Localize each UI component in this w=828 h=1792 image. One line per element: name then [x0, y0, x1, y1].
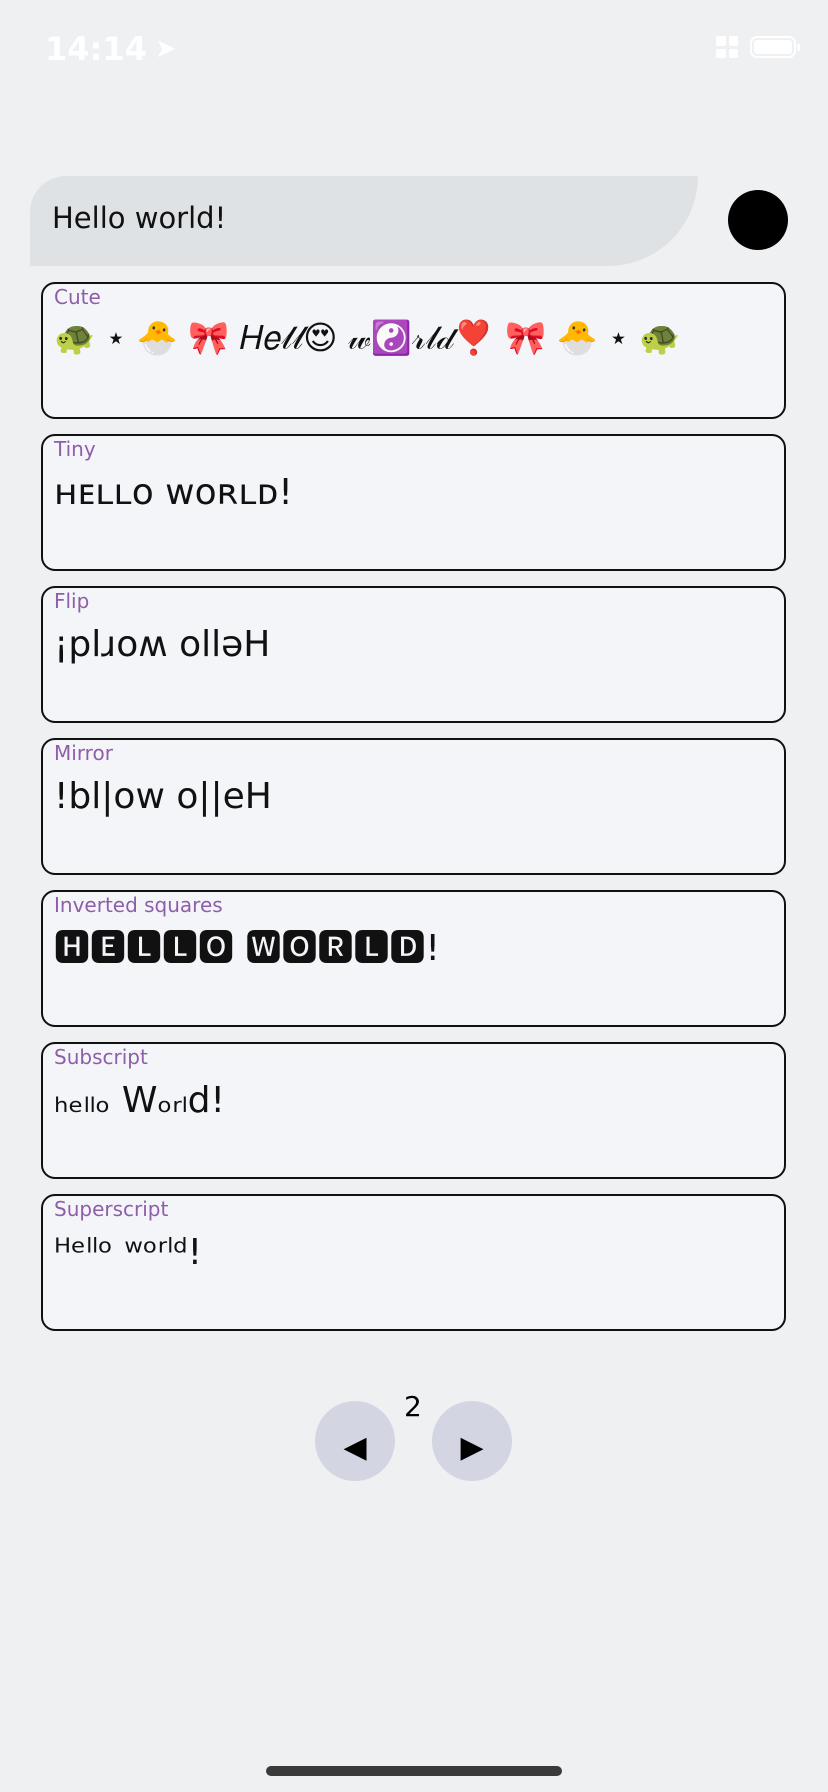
- battery-icon: [750, 36, 800, 58]
- card-label: Tiny: [54, 437, 96, 461]
- card-label: Cute: [54, 285, 101, 309]
- style-card-tiny[interactable]: Tiny ʜᴇʟʟᴏ ᴡᴏʀʟᴅ!: [41, 434, 786, 571]
- card-label: Superscript: [54, 1197, 169, 1221]
- focus-icon: [716, 36, 738, 58]
- style-card-inverted-squares[interactable]: Inverted squares 🅷🅴🅻🅻🅾 🆆🅾🆁🅻🅳!: [41, 890, 786, 1027]
- card-text[interactable]: 🐢 ⋆ 🐣 🎀 𝐻𝑒𝓁𝓁😍 𝓌☯️𝓇𝓁𝒹❣️ 🎀 🐣 ⋆ 🐢: [54, 312, 774, 364]
- style-card-flip[interactable]: Flip ¡plɹoʍ olləH: [41, 586, 786, 723]
- card-text[interactable]: !bl|ow o||eH: [54, 768, 774, 826]
- previous-page-button[interactable]: ◀: [315, 1401, 395, 1481]
- text-input[interactable]: [50, 200, 634, 236]
- time-text: 14:14: [45, 30, 147, 68]
- card-text[interactable]: ₕₑₗₗₒ Wₒᵣₗd!: [54, 1072, 774, 1130]
- card-text[interactable]: ¡plɹoʍ olləH: [54, 616, 774, 674]
- status-bar: 14:14 ➤: [0, 0, 828, 100]
- style-card-superscript[interactable]: Superscript ᴴᵉˡˡᵒ ʷᵒʳˡᵈ!: [41, 1194, 786, 1331]
- card-text[interactable]: ᴴᵉˡˡᵒ ʷᵒʳˡᵈ!: [54, 1224, 774, 1282]
- home-indicator[interactable]: [266, 1766, 562, 1776]
- color-toggle-button[interactable]: [728, 190, 788, 250]
- status-icons: [716, 36, 800, 58]
- status-time: 14:14 ➤: [45, 30, 177, 68]
- card-label: Inverted squares: [54, 893, 223, 917]
- page-number: 2: [404, 1390, 422, 1423]
- style-card-cute[interactable]: Cute 🐢 ⋆ 🐣 🎀 𝐻𝑒𝓁𝓁😍 𝓌☯️𝓇𝓁𝒹❣️ 🎀 🐣 ⋆ 🐢: [41, 282, 786, 419]
- card-label: Subscript: [54, 1045, 148, 1069]
- style-card-subscript[interactable]: Subscript ₕₑₗₗₒ Wₒᵣₗd!: [41, 1042, 786, 1179]
- next-page-button[interactable]: ▶: [432, 1401, 512, 1481]
- card-text[interactable]: 🅷🅴🅻🅻🅾 🆆🅾🆁🅻🅳!: [54, 920, 774, 978]
- style-card-mirror[interactable]: Mirror !bl|ow o||eH: [41, 738, 786, 875]
- card-label: Mirror: [54, 741, 113, 765]
- text-input-container[interactable]: [30, 176, 698, 266]
- location-arrow-icon: ➤: [154, 34, 177, 64]
- card-text[interactable]: ʜᴇʟʟᴏ ᴡᴏʀʟᴅ!: [54, 464, 774, 522]
- card-label: Flip: [54, 589, 90, 613]
- pager: ◀ 2 ▶: [0, 1390, 828, 1490]
